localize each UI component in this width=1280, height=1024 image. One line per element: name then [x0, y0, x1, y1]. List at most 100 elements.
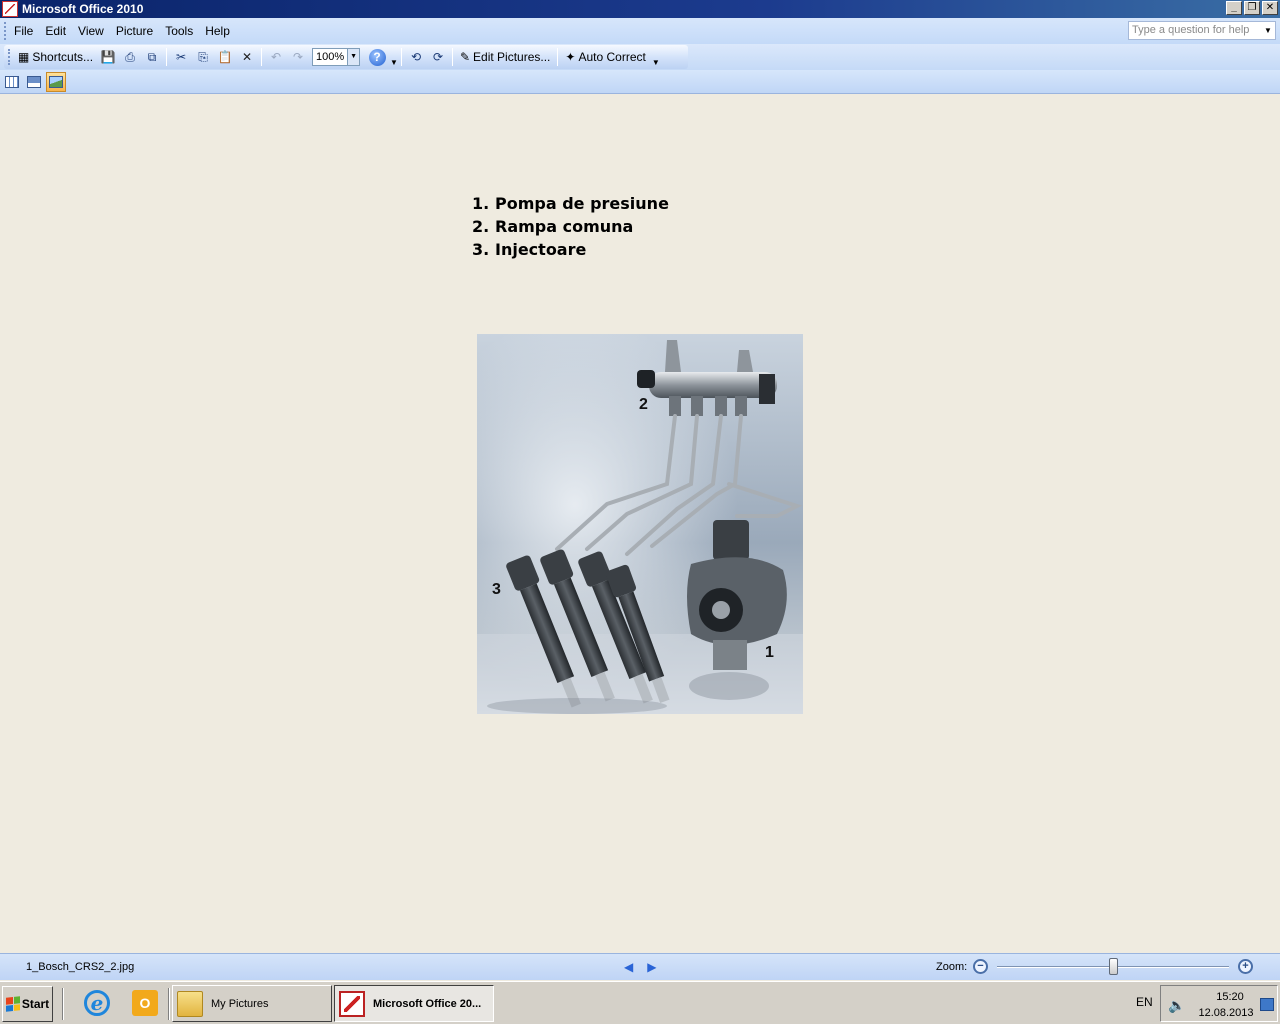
minimize-button[interactable]: _ [1226, 1, 1242, 15]
windows-logo-icon [5, 996, 20, 1012]
photo-label-rail: 2 [639, 396, 648, 413]
zoom-select[interactable]: 100% ▼ [312, 48, 361, 66]
zoom-label: Zoom: [936, 961, 968, 973]
copy-icon: ⎘ [198, 49, 208, 64]
toolbar-separator [557, 48, 559, 66]
standard-toolbar: ▦ Shortcuts... 💾 ⎙ ⧉ ✂ ⎘ 📋 ✕ ↶ ↷ 100% ▼ … [0, 44, 1280, 70]
start-label: Start [21, 997, 50, 1011]
taskbar-divider [168, 988, 170, 1020]
print-preview-button[interactable]: ⧉ [141, 47, 163, 67]
toolbar-separator [400, 48, 402, 66]
auto-correct-label: Auto Correct [578, 50, 646, 64]
close-button[interactable]: ✕ [1262, 1, 1278, 15]
zoom-out-icon[interactable]: − [973, 959, 988, 974]
next-picture-icon[interactable]: ▶ [647, 960, 656, 974]
app-icon[interactable] [2, 1, 18, 17]
previous-picture-icon[interactable]: ◀ [624, 960, 633, 974]
zoom-in-icon[interactable]: + [1238, 959, 1253, 974]
toolbar-separator [166, 48, 168, 66]
toolbar-strip: ▦ Shortcuts... 💾 ⎙ ⧉ ✂ ⎘ 📋 ✕ ↶ ↷ 100% ▼ … [4, 45, 688, 69]
paste-button[interactable]: 📋 [214, 47, 236, 67]
toolbar-separator [261, 48, 263, 66]
edit-pictures-button[interactable]: ✎ Edit Pictures... [456, 47, 554, 67]
print-icon: ⎙ [125, 49, 135, 64]
outlook-launcher[interactable]: O [130, 988, 160, 1018]
legend-text: Rampa comuna [495, 217, 634, 236]
chevron-down-icon[interactable]: ▼ [347, 49, 360, 65]
shortcuts-label: Shortcuts... [32, 50, 94, 64]
menu-edit[interactable]: Edit [39, 18, 72, 44]
speaker-icon[interactable]: 🔈 [1168, 997, 1185, 1014]
toolbar-options-icon[interactable]: ▼ [390, 58, 398, 69]
zoom-value: 100% [316, 51, 345, 63]
folder-icon [177, 990, 203, 1017]
help-button[interactable]: ? [366, 47, 388, 67]
legend-text: Injectoare [495, 240, 587, 259]
help-icon: ? [368, 48, 386, 66]
toolbar-options-icon[interactable]: ▼ [652, 58, 660, 69]
common-rail-photo: 1 2 3 [477, 334, 803, 714]
print-button[interactable]: ⎙ [119, 47, 141, 67]
photo-label-injectors: 3 [492, 581, 501, 598]
delete-button[interactable]: ✕ [236, 47, 258, 67]
internet-explorer-icon: e [84, 990, 110, 1016]
task-my-pictures[interactable]: My Pictures [172, 985, 332, 1022]
legend-list: 1. Pompa de presiune 2. Rampa comuna 3. … [472, 192, 669, 261]
menu-picture[interactable]: Picture [110, 18, 159, 44]
undo-icon: ↶ [271, 50, 282, 64]
clock-date[interactable]: 12.08.2013 [1197, 1007, 1255, 1019]
menu-help[interactable]: Help [199, 18, 236, 44]
task-label: Microsoft Office 20... [373, 997, 482, 1010]
help-search-input[interactable]: Type a question for help ▼ [1128, 21, 1276, 40]
shortcuts-button[interactable]: ▦ Shortcuts... [14, 47, 97, 67]
show-desktop-icon[interactable] [1260, 998, 1274, 1011]
redo-button[interactable]: ↷ [287, 47, 309, 67]
auto-correct-button[interactable]: ✦ Auto Correct [561, 47, 649, 67]
save-button[interactable]: 💾 [97, 47, 119, 67]
view-bar [0, 70, 1280, 94]
start-button[interactable]: Start [2, 986, 53, 1022]
legend-item: 1. Pompa de presiune [472, 192, 669, 215]
menu-tools[interactable]: Tools [159, 18, 199, 44]
taskbar-divider [62, 988, 64, 1020]
rotate-right-button[interactable]: ⟳ [427, 47, 449, 67]
chevron-down-icon[interactable]: ▼ [1261, 22, 1275, 39]
legend-item: 3. Injectoare [472, 238, 669, 261]
toolbar-grip[interactable] [8, 49, 11, 65]
legend-number: 3. [472, 240, 490, 259]
taskbar: Start e O My Pictures Microsoft Office 2… [0, 981, 1280, 1024]
filmstrip-view-button[interactable] [24, 72, 44, 92]
picture-navigation: ◀ ▶ [624, 960, 656, 974]
menu-file[interactable]: File [8, 18, 39, 44]
filmstrip-view-icon [27, 75, 41, 88]
language-indicator[interactable]: EN [1136, 995, 1153, 1009]
rotate-left-button[interactable]: ⟲ [405, 47, 427, 67]
window-title: Microsoft Office 2010 [22, 2, 144, 16]
window-controls: _ ❐ ✕ [1226, 1, 1278, 15]
common-rail-illustration [477, 334, 803, 714]
status-bar: 1_Bosch_CRS2_2.jpg ◀ ▶ Zoom: − + [0, 953, 1280, 980]
internet-explorer-launcher[interactable]: e [82, 988, 112, 1018]
legend-number: 1. [472, 194, 490, 213]
thumbnail-view-button[interactable] [2, 72, 22, 92]
zoom-slider-thumb[interactable] [1108, 958, 1118, 975]
cut-button[interactable]: ✂ [170, 47, 192, 67]
task-microsoft-office[interactable]: Microsoft Office 20... [334, 985, 494, 1022]
rotate-left-icon: ⟲ [410, 50, 421, 64]
task-label: My Pictures [211, 997, 269, 1010]
legend-number: 2. [472, 217, 490, 236]
picture-manager-icon [339, 990, 365, 1017]
clock-time[interactable]: 15:20 [1209, 991, 1251, 1003]
undo-button[interactable]: ↶ [265, 47, 287, 67]
single-picture-view-button[interactable] [46, 71, 66, 92]
menu-bar: File Edit View Picture Tools Help Type a… [0, 18, 1280, 44]
copy-button[interactable]: ⎘ [192, 47, 214, 67]
legend-item: 2. Rampa comuna [472, 215, 669, 238]
help-search-placeholder: Type a question for help [1132, 24, 1250, 36]
delete-icon: ✕ [242, 50, 253, 64]
toolbar-separator [451, 48, 453, 66]
restore-button[interactable]: ❐ [1244, 1, 1260, 15]
paste-icon: 📋 [217, 50, 233, 64]
thumbnail-view-icon [5, 75, 19, 88]
menu-view[interactable]: View [72, 18, 110, 44]
